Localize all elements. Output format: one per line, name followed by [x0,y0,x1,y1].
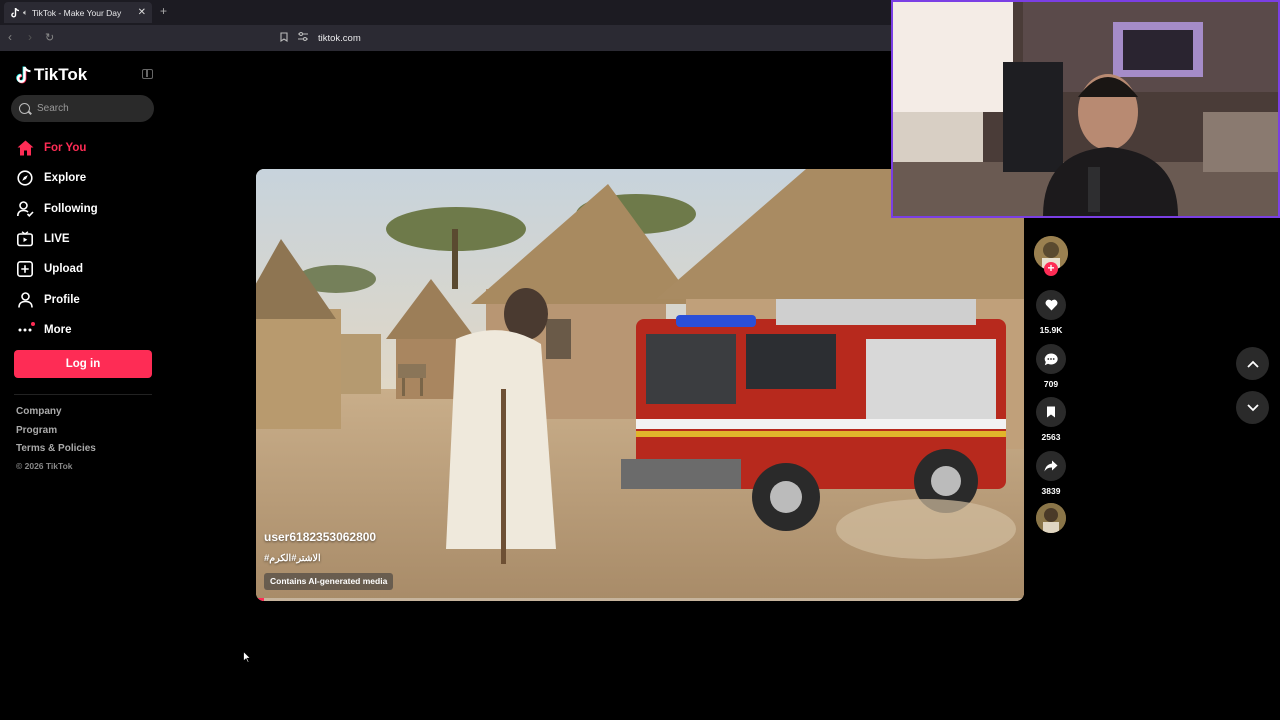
sidebar-item-for-you[interactable]: For You [16,133,166,163]
following-icon [16,200,34,218]
browser-tab[interactable]: 🔈︎ TikTok - Make Your Day ✕ [4,2,152,23]
sidebar: TikTok For You Explore Following [0,51,170,720]
new-tab-button[interactable]: + [160,4,167,18]
like-action[interactable]: 15.9K [1036,290,1066,335]
search-icon [19,103,30,114]
video-username[interactable]: user6182353062800 [264,530,376,544]
bookmark-icon[interactable] [280,31,288,45]
upload-icon [16,260,34,278]
sidebar-item-label: Following [44,202,98,215]
sidebar-item-profile[interactable]: Profile [16,284,166,314]
footer-links: Company Program Terms & Policies [16,406,96,462]
forward-icon[interactable]: › [28,30,32,44]
follow-button[interactable]: + [1044,262,1058,276]
comment-count: 709 [1043,379,1059,389]
chevron-down-icon [1246,403,1259,411]
previous-video-button[interactable] [1236,347,1269,380]
webcam-overlay [891,0,1280,218]
comment-action[interactable]: 709 [1036,344,1066,389]
collapse-sidebar-icon[interactable] [142,69,153,79]
sidebar-divider [14,394,152,395]
music-disc-icon[interactable] [1036,503,1066,533]
footer-link-program[interactable]: Program [16,425,96,444]
comment-icon[interactable] [1036,344,1066,374]
footer-link-company[interactable]: Company [16,406,96,425]
video-progress-bar[interactable] [256,598,1024,601]
like-count: 15.9K [1039,325,1063,335]
address-bar[interactable]: tiktok.com [280,28,361,48]
heart-icon[interactable] [1036,290,1066,320]
share-count: 3839 [1041,486,1061,496]
video-caption[interactable]: #الاشتر#الكرم [264,553,321,564]
sidebar-item-more[interactable]: More [16,315,166,345]
more-icon [16,321,35,339]
home-icon [16,139,34,157]
mouse-cursor-icon [243,650,252,668]
tab-title: TikTok - Make Your Day [31,7,122,18]
live-icon [16,230,34,248]
chevron-up-icon [1246,360,1259,368]
video-player[interactable]: user6182353062800 #الاشتر#الكرم Contains… [256,169,1024,601]
site-settings-icon[interactable] [298,32,308,44]
share-action[interactable]: 3839 [1036,451,1066,496]
tiktok-favicon-icon [10,7,20,18]
sidebar-item-live[interactable]: LIVE [16,224,166,254]
share-icon[interactable] [1036,451,1066,481]
save-count: 2563 [1041,432,1061,442]
save-action[interactable]: 2563 [1036,397,1066,442]
sidebar-item-following[interactable]: Following [16,194,166,224]
sidebar-item-explore[interactable]: Explore [16,163,166,193]
tiktok-logo-icon [16,66,31,84]
video-actions: + 15.9K 709 2563 3839 [1034,236,1068,533]
copyright: © 2026 TikTok [16,461,73,471]
bookmark-icon[interactable] [1036,397,1066,427]
sidebar-item-label: Explore [44,172,87,185]
close-tab-icon[interactable]: ✕ [138,7,146,18]
video-progress-fill [256,598,264,601]
sidebar-item-label: Profile [44,293,80,306]
speaker-icon[interactable]: 🔈︎ [23,8,28,18]
sidebar-nav: For You Explore Following LIVE Upload Pr… [16,133,166,345]
next-video-button[interactable] [1236,391,1269,424]
url-text[interactable]: tiktok.com [318,33,361,44]
sidebar-item-upload[interactable]: Upload [16,254,166,284]
reload-icon[interactable]: ↻ [45,31,54,44]
logo-text: TikTok [34,65,88,84]
sidebar-item-label: More [44,323,72,336]
login-button[interactable]: Log in [14,350,152,378]
back-icon[interactable]: ‹ [8,30,12,44]
search-input[interactable] [37,103,137,114]
ai-generated-badge: Contains AI-generated media [264,573,394,590]
search-box[interactable] [11,95,154,122]
webcam-feed-image [893,2,1278,216]
compass-icon [16,169,34,187]
sidebar-item-label: For You [44,142,87,155]
tiktok-logo[interactable]: TikTok [16,65,87,85]
footer-link-terms[interactable]: Terms & Policies [16,443,96,462]
sidebar-item-label: Upload [44,263,83,276]
profile-icon [16,291,34,309]
sidebar-item-label: LIVE [44,233,70,246]
